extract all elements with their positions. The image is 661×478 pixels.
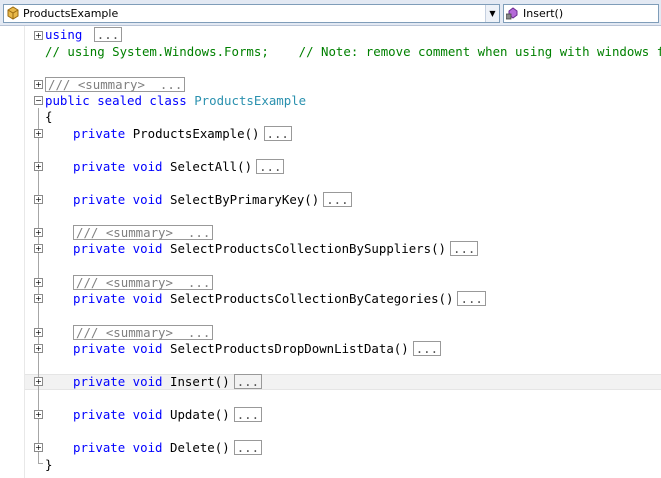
comment: // using System.Windows.Forms; // Note: …	[45, 44, 661, 59]
keyword: private void	[73, 440, 163, 455]
member-combo-label: Insert()	[523, 7, 564, 20]
keyword: private void	[73, 159, 163, 174]
code-line-class-decl: public sealed class ProductsExample	[45, 93, 306, 109]
code-line-bysuppliers: private void SelectProductsCollectionByS…	[73, 241, 479, 257]
code-line-update: private void Update()...	[73, 407, 263, 423]
type-combo[interactable]: ProductsExample ▼	[3, 4, 500, 23]
member-signature: SelectProductsCollectionBySuppliers()	[170, 241, 447, 256]
collapsed-summary[interactable]: /// <summary> ...	[73, 275, 214, 290]
member-signature: Insert()	[170, 374, 230, 389]
keyword: private	[73, 126, 126, 141]
keyword: private void	[73, 341, 163, 356]
expand-icon[interactable]: +	[34, 244, 43, 253]
member-signature: Update()	[170, 407, 230, 422]
keyword: private void	[73, 291, 163, 306]
code-line-summary: /// <summary> ...	[73, 275, 214, 291]
collapsed-region[interactable]: ...	[256, 159, 285, 174]
class-name: ProductsExample	[194, 93, 307, 108]
member-signature: SelectProductsCollectionByCategories()	[170, 291, 454, 306]
collapse-icon[interactable]: −	[34, 96, 43, 105]
keyword: public sealed class	[45, 93, 187, 108]
collapsed-region[interactable]: ...	[457, 291, 486, 306]
code-line-summary: /// <summary> ...	[45, 77, 186, 93]
member-signature: Delete()	[170, 440, 230, 455]
keyword: private void	[73, 374, 163, 389]
member-combo[interactable]: Insert()	[503, 4, 659, 23]
code-line-bycategories: private void SelectProductsCollectionByC…	[73, 291, 486, 307]
expand-icon[interactable]: +	[34, 195, 43, 204]
expand-icon[interactable]: +	[34, 344, 43, 353]
keyword: using	[45, 27, 83, 42]
expand-icon[interactable]: +	[34, 328, 43, 337]
chevron-down-icon[interactable]: ▼	[485, 5, 499, 22]
code-line-insert: private void Insert()...	[73, 374, 263, 390]
code-line-close-brace: }	[45, 457, 52, 473]
brace: {	[45, 109, 53, 124]
keyword: private void	[73, 407, 163, 422]
collapsed-region[interactable]: ...	[233, 407, 263, 422]
collapsed-summary[interactable]: /// <summary> ...	[73, 325, 214, 340]
collapsed-region[interactable]: ...	[263, 126, 292, 141]
collapsed-region[interactable]: ...	[93, 27, 123, 42]
collapsed-region[interactable]: ...	[323, 192, 352, 207]
expand-icon[interactable]: +	[34, 278, 43, 287]
expand-icon[interactable]: +	[34, 31, 43, 40]
collapsed-summary[interactable]: /// <summary> ...	[45, 77, 186, 92]
code-line-summary: /// <summary> ...	[73, 225, 214, 241]
code-line-selectbypk: private void SelectByPrimaryKey()...	[73, 192, 352, 208]
keyword: private void	[73, 241, 163, 256]
expand-icon[interactable]: +	[34, 162, 43, 171]
collapsed-region[interactable]: ...	[450, 241, 479, 256]
expand-icon[interactable]: +	[34, 377, 43, 386]
expand-icon[interactable]: +	[34, 294, 43, 303]
type-combo-label: ProductsExample	[23, 7, 119, 20]
code-line-dropdown: private void SelectProductsDropDownListD…	[73, 341, 442, 357]
expand-icon[interactable]: +	[34, 228, 43, 237]
method-icon	[506, 7, 518, 20]
brace: }	[45, 457, 53, 472]
code-line-delete: private void Delete()...	[73, 440, 263, 456]
outline-guide-end	[38, 463, 43, 464]
code-line-summary: /// <summary> ...	[73, 325, 214, 341]
code-line-open-brace: {	[45, 109, 52, 125]
collapsed-region[interactable]: ...	[233, 374, 263, 389]
code-line-selectall: private void SelectAll()...	[73, 159, 285, 175]
member-signature: SelectProductsDropDownListData()	[170, 341, 409, 356]
expand-icon[interactable]: +	[34, 80, 43, 89]
code-editor[interactable]: + + − + + + + + + + + + + + + using ... …	[0, 26, 661, 478]
code-line-using: using ...	[45, 27, 123, 43]
keyword: private void	[73, 192, 163, 207]
expand-icon[interactable]: +	[34, 129, 43, 138]
navigation-bar: ProductsExample ▼ Insert()	[0, 0, 661, 26]
collapsed-region[interactable]: ...	[412, 341, 442, 356]
collapsed-region[interactable]: ...	[233, 440, 263, 455]
member-signature: ProductsExample()	[132, 126, 260, 141]
code-line-constructor: private ProductsExample()...	[73, 126, 292, 142]
member-signature: SelectAll()	[170, 159, 253, 174]
expand-icon[interactable]: +	[34, 410, 43, 419]
outline-margin	[0, 26, 25, 478]
member-signature: SelectByPrimaryKey()	[170, 192, 320, 207]
expand-icon[interactable]: +	[34, 443, 43, 452]
class-icon	[7, 6, 19, 20]
collapsed-summary[interactable]: /// <summary> ...	[73, 225, 214, 240]
code-line-comment: // using System.Windows.Forms; // Note: …	[45, 44, 661, 60]
